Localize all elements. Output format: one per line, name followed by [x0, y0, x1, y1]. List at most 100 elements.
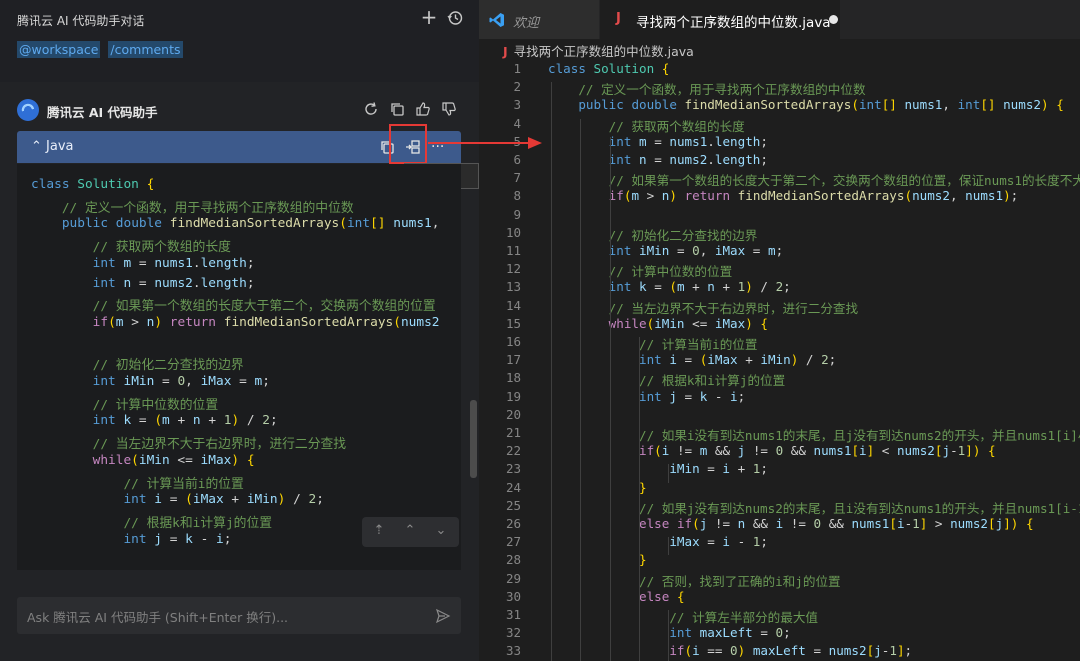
editor-tab-bar: 欢迎 J 寻找两个正序数组的中位数.java: [479, 0, 1080, 39]
tab-java-file[interactable]: J 寻找两个正序数组的中位数.java: [600, 0, 840, 39]
code-line: int k = (m + n + 1) / 2;: [92, 413, 278, 429]
breadcrumb[interactable]: J 寻找两个正序数组的中位数.java: [503, 41, 694, 60]
code-line[interactable]: int maxLeft = 0;: [548, 625, 790, 640]
code-line[interactable]: public double findMedianSortedArrays(int…: [548, 97, 1063, 112]
line-number: 21: [505, 425, 521, 440]
line-number: 13: [505, 279, 521, 295]
line-number: 28: [505, 552, 521, 568]
code-line: public double findMedianSortedArrays(int…: [61, 216, 440, 232]
chat-header: 腾讯云 AI 代码助手对话 + @workspace /comments: [0, 0, 479, 82]
code-editor: 欢迎 J 寻找两个正序数组的中位数.java J 寻找两个正序数组的中位数.jav…: [479, 0, 1080, 661]
line-number: 33: [505, 643, 521, 659]
chevron-down-icon[interactable]: ⌄: [434, 524, 448, 538]
code-block-body: class Solution { // 定义一个函数，用于寻找两个正序数组的中位…: [17, 164, 461, 570]
new-chat-icon[interactable]: +: [420, 7, 438, 27]
message-nav-controls: ⇡ ⌃ ⌄: [362, 517, 459, 547]
line-number: 26: [505, 516, 521, 531]
code-line: int n = nums2.length;: [92, 275, 255, 291]
code-line[interactable]: class Solution {: [548, 61, 669, 76]
context-chips: @workspace /comments: [17, 41, 187, 58]
send-icon[interactable]: [435, 608, 451, 624]
line-number: 18: [505, 370, 521, 386]
scroll-top-icon[interactable]: ⇡: [372, 524, 386, 538]
chat-input-box[interactable]: Ask 腾讯云 AI 代码助手 (Shift+Enter 换行)...: [17, 597, 461, 634]
code-language-toggle[interactable]: ⌃ Java: [31, 139, 74, 154]
code-line[interactable]: int k = (m + n + 1) / 2;: [548, 279, 791, 294]
indent-guide: [639, 337, 640, 661]
java-icon: J: [503, 44, 508, 59]
line-number: 29: [505, 570, 521, 586]
line-number: 11: [505, 243, 521, 258]
line-number: 3: [513, 97, 521, 113]
code-line[interactable]: if(i == 0) maxLeft = nums2[j-1];: [548, 643, 912, 658]
indent-guide: [668, 610, 669, 661]
line-number: 24: [505, 479, 521, 495]
thumbs-up-icon[interactable]: [415, 101, 431, 117]
code-line[interactable]: // 如果j没有到达nums2的末尾，且i没有到达nums1的开头，并且nums…: [548, 498, 1080, 517]
code-line: // 定义一个函数，用于寻找两个正序数组的中位数: [61, 200, 354, 216]
code-line[interactable]: // 获取两个数组的长度: [548, 116, 745, 135]
code-line[interactable]: // 如果i没有到达nums1的末尾，且j没有到达nums2的开头，并且nums…: [548, 425, 1080, 444]
bot-message-header: 腾讯云 AI 代码助手: [17, 97, 457, 123]
line-number: 1: [513, 61, 521, 76]
code-line: // 当左边界不大于右边界时，进行二分查找: [92, 437, 347, 453]
code-line[interactable]: else {: [548, 589, 685, 604]
tab-welcome-label: 欢迎: [513, 16, 540, 31]
tab-welcome[interactable]: 欢迎: [479, 0, 599, 39]
code-line[interactable]: int iMin = 0, iMax = m;: [548, 243, 783, 258]
code-line[interactable]: // 根据k和i计算j的位置: [548, 370, 785, 389]
regenerate-icon[interactable]: [363, 101, 379, 117]
code-line: // 根据k和i计算j的位置: [123, 515, 273, 531]
code-line: // 如果第一个数组的长度大于第二个，交换两个数组的位置: [92, 299, 436, 315]
code-line: class Solution {: [31, 177, 155, 192]
code-line[interactable]: // 当左边界不大于右边界时，进行二分查找: [548, 298, 858, 317]
code-line[interactable]: int j = k - i;: [548, 389, 745, 404]
code-line[interactable]: // 定义一个函数，用于寻找两个正序数组的中位数: [548, 79, 865, 98]
indent-guide: [668, 464, 669, 483]
chip-workspace[interactable]: @workspace: [17, 41, 101, 58]
code-line[interactable]: // 计算左半部分的最大值: [548, 607, 818, 626]
code-line[interactable]: // 如果第一个数组的长度大于第二个，交换两个数组的位置，保证nums1的长度不…: [548, 170, 1080, 189]
code-line[interactable]: }: [548, 552, 647, 567]
code-line: while(iMin <= iMax) {: [92, 452, 255, 468]
line-number: 23: [505, 461, 521, 477]
line-number: 7: [513, 170, 521, 186]
chip-comments[interactable]: /comments: [108, 41, 183, 58]
code-line[interactable]: int i = (iMax + iMin) / 2;: [548, 352, 836, 367]
tab-java-label: 寻找两个正序数组的中位数.java: [636, 15, 831, 31]
code-line[interactable]: if(i != m && j != 0 && nums1[i] < nums2[…: [548, 443, 996, 458]
code-line[interactable]: // 计算中位数的位置: [548, 261, 733, 280]
indent-guide: [580, 118, 581, 661]
chevron-up-icon: ⌃: [31, 139, 42, 154]
line-number: 9: [513, 206, 521, 222]
code-line[interactable]: }: [548, 480, 647, 495]
code-line[interactable]: if(m > n) return findMedianSortedArrays(…: [548, 188, 1019, 203]
code-line[interactable]: else if(j != n && i != 0 && nums1[i-1] >…: [548, 516, 1034, 531]
line-number: 16: [505, 334, 521, 349]
indent-guide: [668, 537, 669, 556]
line-number: 27: [505, 534, 521, 550]
indent-guide: [551, 82, 552, 661]
unsaved-dot-icon[interactable]: [829, 15, 838, 24]
line-number: 15: [505, 315, 521, 331]
chat-scrollbar[interactable]: [470, 400, 477, 478]
line-number: 14: [505, 297, 521, 313]
chevron-up-icon[interactable]: ⌃: [403, 524, 417, 538]
copy-icon[interactable]: [389, 101, 405, 117]
code-line[interactable]: while(iMin <= iMax) {: [548, 316, 768, 331]
code-line: // 计算当前i的位置: [123, 476, 244, 492]
code-line: if(m > n) return findMedianSortedArrays(…: [92, 314, 440, 330]
line-number: 25: [505, 497, 521, 513]
line-number: 4: [513, 115, 521, 131]
line-number: 31: [505, 607, 521, 622]
thumbs-down-icon[interactable]: [441, 101, 457, 117]
bot-avatar: [17, 99, 39, 121]
code-line[interactable]: // 否则，找到了正确的i和j的位置: [548, 571, 841, 590]
panel-title: 腾讯云 AI 代码助手对话: [17, 14, 145, 28]
history-icon[interactable]: [447, 10, 463, 26]
editor-text-area[interactable]: 1 class Solution {2 // 定义一个函数，用于寻找两个正序数组的…: [479, 60, 1080, 661]
line-number: 30: [505, 588, 521, 604]
line-number: 8: [513, 188, 521, 204]
line-number: 10: [505, 224, 521, 240]
breadcrumb-file: 寻找两个正序数组的中位数.java: [513, 44, 694, 59]
